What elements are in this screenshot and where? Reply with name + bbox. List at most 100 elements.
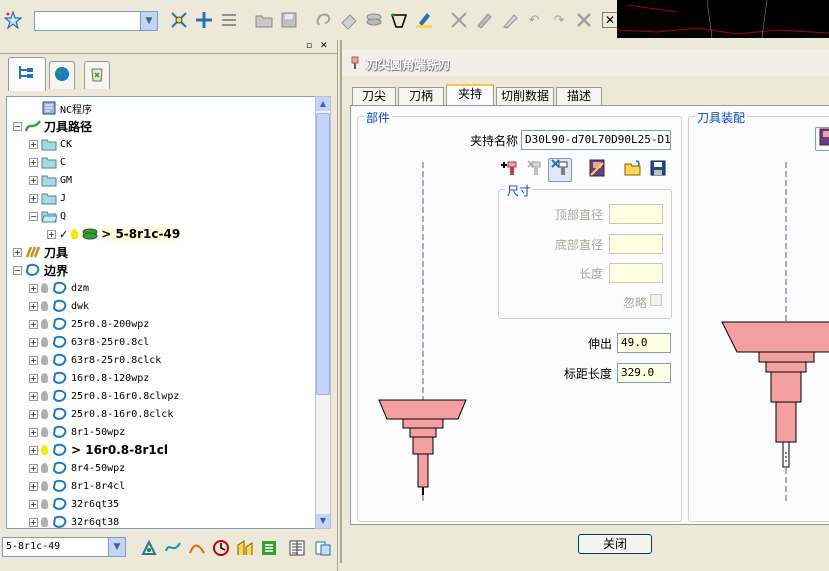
expand-icon[interactable]: + (29, 499, 38, 509)
tab-tip[interactable]: 刀尖 (352, 87, 396, 105)
tree-row[interactable]: +8r1-8r4cl (29, 477, 125, 495)
simulate-icon[interactable] (212, 539, 230, 557)
calculate-icon[interactable] (140, 539, 158, 557)
save-icon[interactable] (280, 11, 298, 29)
lightbulb-icon[interactable] (41, 481, 48, 491)
close-button[interactable]: 关闭 (578, 534, 652, 554)
expand-icon[interactable]: + (29, 427, 38, 437)
expand-icon[interactable]: + (47, 229, 56, 239)
tree-row[interactable]: + dzm (29, 279, 89, 297)
expand-icon[interactable]: + (29, 283, 38, 293)
tab-shank[interactable]: 刀柄 (398, 87, 444, 105)
tree-scrollbar[interactable]: ▲ ▼ (315, 96, 331, 529)
tree-row[interactable]: + J (29, 189, 66, 207)
close-icon[interactable]: ✕ (602, 12, 618, 28)
expand-icon[interactable]: + (29, 373, 38, 383)
list-icon[interactable] (220, 11, 238, 29)
tab-cutting-data[interactable]: 切削数据 (496, 87, 554, 105)
tree-row[interactable]: + C (29, 153, 66, 171)
setup-sheet-icon[interactable] (288, 539, 306, 557)
tree-row[interactable]: + > 16r0.8-8r1cl (29, 441, 168, 459)
add-tool-icon[interactable] (170, 11, 188, 29)
chevron-down-icon[interactable]: ▼ (140, 12, 157, 30)
lightbulb-icon[interactable] (41, 517, 48, 527)
close-icon[interactable]: ✕ (320, 41, 330, 51)
restore-icon[interactable]: ▫ (306, 41, 316, 51)
scroll-down-icon[interactable]: ▼ (316, 514, 330, 528)
scroll-up-icon[interactable]: ▲ (316, 97, 330, 111)
expand-icon[interactable]: + (29, 139, 38, 149)
expand-icon[interactable]: + (29, 517, 38, 527)
nc-output-icon[interactable] (260, 539, 278, 557)
expand-icon[interactable]: + (29, 481, 38, 491)
loop-icon[interactable] (315, 11, 333, 29)
tree-row[interactable]: − 边界 (13, 261, 68, 279)
tab-holder[interactable]: 夹持 (446, 84, 494, 106)
expand-icon[interactable]: + (29, 337, 38, 347)
folder-icon[interactable] (255, 11, 273, 29)
scroll-thumb[interactable] (316, 113, 330, 395)
toolbar-combo[interactable]: ▼ (34, 11, 158, 31)
toolpath-link-icon[interactable] (164, 539, 182, 557)
leads-icon[interactable] (188, 539, 206, 557)
lightbulb-icon[interactable] (41, 355, 48, 365)
tab-recycle[interactable] (84, 61, 110, 89)
expand-icon[interactable]: + (29, 391, 38, 401)
tree-row[interactable]: + ✓ > 5-8r1c-49 (47, 225, 181, 243)
notes-icon[interactable] (314, 539, 332, 557)
lightbulb-icon[interactable] (41, 373, 48, 383)
undo-icon[interactable]: ↶ (525, 11, 543, 29)
slice-icon[interactable] (340, 11, 358, 29)
expand-icon[interactable]: + (29, 157, 38, 167)
lightbulb-icon[interactable] (41, 445, 48, 455)
tree-row[interactable]: +8r4-50wpz (29, 459, 125, 477)
expand-icon[interactable]: + (29, 355, 38, 365)
lightbulb-icon[interactable] (41, 337, 48, 347)
expand-icon[interactable]: + (13, 247, 22, 257)
redo-icon[interactable]: ↷ (550, 11, 568, 29)
lightbulb-icon[interactable] (41, 499, 48, 509)
tree-row[interactable]: +25r0.8-16r0.8clwpz (29, 387, 179, 405)
tab-explorer[interactable] (8, 57, 46, 91)
tree-row[interactable]: + GM (29, 171, 72, 189)
collapse-icon[interactable]: − (13, 265, 22, 275)
cut-icon[interactable] (575, 11, 593, 29)
tree-row[interactable]: +8r1-50wpz (29, 423, 125, 441)
expand-icon[interactable]: + (29, 445, 38, 455)
collapse-icon[interactable]: − (13, 121, 22, 131)
brush-icon[interactable] (415, 11, 433, 29)
tree-row[interactable]: NC程序 (29, 99, 92, 117)
move-icon[interactable] (195, 11, 213, 29)
collapse-icon[interactable]: − (29, 211, 38, 221)
tree-row[interactable]: + CK (29, 135, 72, 153)
layers-icon[interactable] (365, 11, 383, 29)
tree-row[interactable]: +25r0.8-16r0.8clck (29, 405, 173, 423)
tree-row[interactable]: − 刀具路径 (13, 117, 92, 135)
expand-icon[interactable]: + (29, 409, 38, 419)
feedrate-icon[interactable] (236, 539, 254, 557)
tree-row[interactable]: + 刀具 (13, 243, 68, 261)
lightbulb-icon[interactable] (41, 319, 48, 329)
lightbulb-icon[interactable] (41, 283, 48, 293)
expand-icon[interactable]: + (29, 175, 38, 185)
path-icon[interactable] (390, 11, 408, 29)
chevron-down-icon[interactable]: ▼ (108, 538, 125, 556)
tree-row[interactable]: +25r0.8-200wpz (29, 315, 149, 333)
eraser-icon[interactable] (500, 11, 518, 29)
expand-icon[interactable]: + (29, 463, 38, 473)
star-logo-icon[interactable] (4, 11, 22, 29)
expand-icon[interactable]: + (29, 193, 38, 203)
lightbulb-icon[interactable] (41, 427, 48, 437)
lightbulb-icon[interactable] (41, 409, 48, 419)
lightbulb-icon[interactable] (41, 463, 48, 473)
tree-row[interactable]: +63r8-25r0.8cl (29, 333, 149, 351)
tree-row[interactable]: +32r6qt38 (29, 513, 119, 528)
transform-icon[interactable] (450, 11, 468, 29)
tree-row[interactable]: − Q (29, 207, 66, 225)
tree-row[interactable]: + dwk (29, 297, 89, 315)
tree-row[interactable]: +16r0.8-120wpz (29, 369, 149, 387)
check-icon[interactable]: ✓ (59, 228, 68, 241)
lightbulb-icon[interactable] (71, 229, 79, 239)
tree-row[interactable]: +63r8-25r0.8clck (29, 351, 161, 369)
lightbulb-icon[interactable] (41, 301, 48, 311)
